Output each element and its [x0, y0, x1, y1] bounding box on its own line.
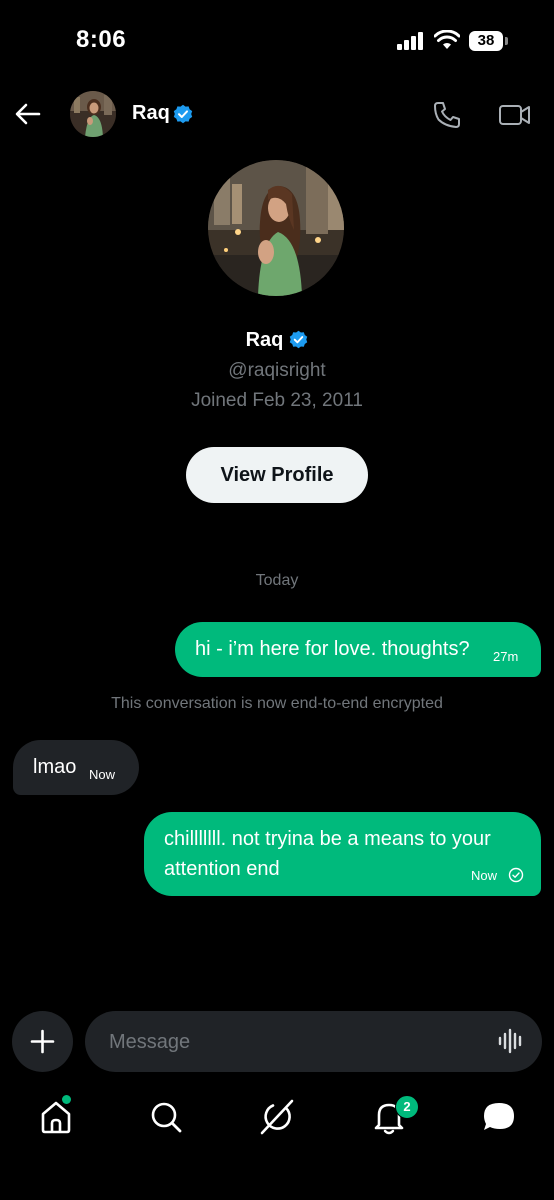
- profile-avatar[interactable]: [208, 160, 344, 296]
- message-bubble-outgoing[interactable]: hi - i’m here for love. thoughts? 27m: [175, 622, 541, 677]
- message-input[interactable]: [107, 1025, 491, 1059]
- search-icon[interactable]: [146, 1097, 186, 1137]
- message-timestamp: 27m: [493, 649, 519, 664]
- encryption-notice: This conversation is now end-to-end encr…: [111, 695, 443, 712]
- verified-badge-icon: [290, 330, 308, 349]
- message-text-line: attention end: [164, 858, 280, 880]
- read-check-icon: [508, 867, 524, 883]
- date-divider: Today: [255, 572, 299, 589]
- header-name: Raq: [132, 102, 170, 124]
- cell-signal-icon: [397, 32, 423, 50]
- wifi-icon: [434, 30, 460, 49]
- home-unread-dot: [62, 1095, 71, 1104]
- profile-handle: @raqisright: [228, 360, 326, 381]
- profile-joined-date: Joined Feb 23, 2011: [191, 390, 363, 411]
- plus-icon: [30, 1029, 55, 1054]
- profile-name-row: Raq: [0, 329, 554, 352]
- phone-call-icon[interactable]: [432, 100, 462, 130]
- message-timestamp: Now: [471, 868, 498, 883]
- notifications-count-badge: 2: [395, 1095, 419, 1119]
- add-media-button[interactable]: [12, 1011, 73, 1072]
- message-text-line: chilllllll. not tryina be a means to you…: [164, 828, 491, 850]
- message-bubble-incoming[interactable]: lmao Now: [13, 740, 139, 795]
- message-text: lmao: [33, 756, 77, 778]
- battery-level: 38: [469, 31, 503, 51]
- message-text: hi - i’m here for love. thoughts?: [195, 638, 470, 660]
- status-time: 8:06: [76, 26, 127, 53]
- voice-message-icon[interactable]: [497, 1027, 525, 1055]
- message-timestamp: Now: [89, 767, 116, 782]
- header-avatar[interactable]: [70, 91, 116, 137]
- battery-icon: 38: [469, 31, 509, 51]
- home-icon[interactable]: [36, 1097, 76, 1137]
- message-bubble-outgoing[interactable]: chilllllll. not tryina be a means to you…: [144, 812, 541, 896]
- messages-icon[interactable]: [479, 1097, 519, 1137]
- profile-name: Raq: [245, 329, 284, 351]
- view-profile-button[interactable]: View Profile: [186, 447, 368, 503]
- back-arrow-icon[interactable]: [14, 100, 42, 128]
- verified-badge-icon: [173, 104, 193, 124]
- message-composer[interactable]: [85, 1011, 542, 1072]
- grok-icon[interactable]: [257, 1097, 297, 1137]
- video-call-icon[interactable]: [498, 100, 532, 130]
